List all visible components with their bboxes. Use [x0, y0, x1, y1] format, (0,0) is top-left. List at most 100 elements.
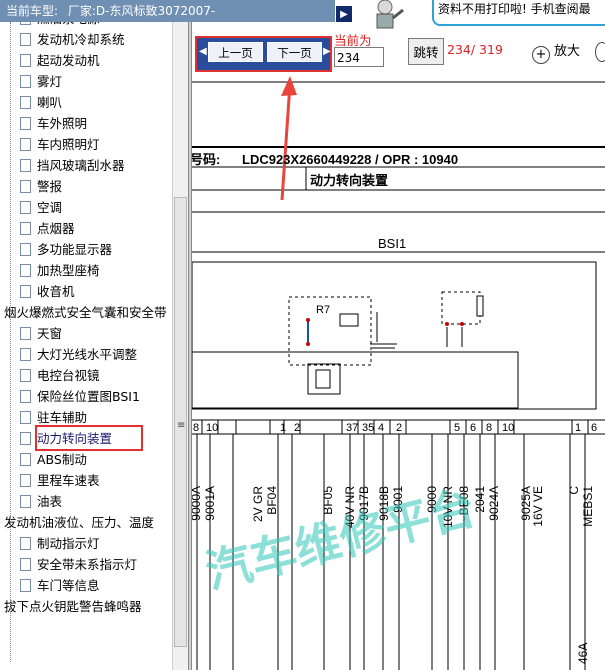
pin-number: 2 [294, 422, 300, 434]
ad-banner[interactable]: 资料不用打印啦! 手机查阅最 [360, 0, 605, 30]
sidebar-item[interactable]: 烟火爆燃式安全气囊和安全带 [4, 302, 167, 323]
document-icon [20, 432, 31, 445]
sidebar-item[interactable]: 燃油泵电源 [20, 22, 100, 29]
sidebar-item-label: ABS制动 [37, 452, 87, 467]
pin-number: 8 [486, 422, 492, 434]
sidebar-item-label: 天窗 [37, 326, 63, 341]
tree-guide-line [10, 22, 12, 662]
sidebar-item[interactable]: 车外照明 [20, 113, 87, 134]
wire-label: 2V GR [251, 486, 265, 522]
sidebar-item-label: 油表 [37, 494, 63, 509]
sidebar-item[interactable]: 加热型座椅 [20, 260, 100, 281]
model-titlebar: 当前车型: 厂家:D-东风标致3072007- [0, 0, 335, 22]
sidebar-item[interactable]: 车门等信息 [20, 575, 100, 596]
sidebar-item[interactable]: 油表 [20, 491, 62, 512]
sidebar-item-label: 雾灯 [37, 74, 63, 89]
sidebar-item-label: 挡风玻璃刮水器 [37, 158, 125, 173]
zoom-out-icon[interactable] [595, 42, 605, 62]
wire-label: 9000A [192, 486, 203, 521]
pin-number: 4 [378, 422, 384, 434]
document-icon [20, 327, 31, 340]
pin-number: 10 [502, 422, 514, 434]
sidebar-item[interactable]: 警报 [20, 176, 62, 197]
collapse-sidebar-button[interactable]: ▶ [335, 5, 353, 23]
mascot-icon [376, 0, 404, 29]
sidebar-item[interactable]: 安全带未系指示灯 [20, 554, 137, 575]
page-count: 234/ 319 [447, 42, 503, 57]
sidebar-item[interactable]: 大灯光线水平调整 [20, 344, 137, 365]
sidebar-item[interactable]: 车内照明灯 [20, 134, 100, 155]
scrollbar-thumb[interactable]: ≡ [174, 197, 187, 647]
wire-label: 9001A [203, 486, 217, 521]
zoom-in-label: 放大 [554, 44, 581, 59]
pin-number: 35 [362, 422, 374, 434]
prev-arrow-icon: ◀ [199, 46, 207, 57]
sidebar-item[interactable]: 喇叭 [20, 92, 62, 113]
prev-page-button[interactable]: 上一页 [208, 42, 263, 62]
sidebar-item[interactable]: 保险丝位置图BSI1 [20, 386, 140, 407]
sidebar-item[interactable]: 起动发动机 [20, 50, 100, 71]
sidebar-item[interactable]: 多功能显示器 [20, 239, 112, 260]
sidebar-item-label: 电控台视镜 [37, 368, 100, 383]
sidebar-item[interactable]: 点烟器 [20, 218, 75, 239]
document-icon [20, 369, 31, 382]
sidebar-item-label: 点烟器 [37, 221, 75, 236]
document-icon [20, 22, 31, 25]
document-icon [20, 117, 31, 130]
sidebar-scrollbar[interactable]: ≡ [172, 22, 188, 670]
sidebar-item[interactable]: 雾灯 [20, 71, 62, 92]
document-icon [20, 285, 31, 298]
document-icon [20, 201, 31, 214]
page-nav-group: ◀ 上一页 下一页 ▶ [195, 36, 332, 72]
jump-button[interactable]: 跳转 [408, 38, 444, 65]
pin-number: 37 [346, 422, 358, 434]
ad-text: 资料不用打印啦! 手机查阅最 [432, 0, 605, 26]
document-icon [20, 96, 31, 109]
sidebar-item[interactable]: 空调 [20, 197, 62, 218]
sidebar-item-label: 保险丝位置图BSI1 [37, 389, 140, 404]
pin-number: 10 [206, 422, 218, 434]
sidebar-item-label: 制动指示灯 [37, 536, 100, 551]
viewer-toolbar: ◀ 上一页 下一页 ▶ 当前为 234 跳转 234/ 319 + 放大 [192, 30, 605, 72]
sidebar-item[interactable]: 里程车速表 [20, 470, 100, 491]
next-page-button[interactable]: 下一页 [267, 42, 322, 62]
sidebar-item[interactable]: 天窗 [20, 323, 62, 344]
wire-label: 16V VE [531, 486, 545, 527]
next-arrow-icon: ▶ [323, 46, 331, 57]
wire-label: BF04 [265, 486, 279, 515]
pin-number: 5 [454, 422, 460, 434]
sidebar-item-label: 大灯光线水平调整 [37, 347, 138, 362]
sidebar-item-label: 安全带未系指示灯 [37, 557, 138, 572]
document-icon [20, 558, 31, 571]
page-number-input[interactable]: 234 [334, 47, 384, 67]
wire-label: C [567, 486, 581, 495]
zoom-in-icon: + [532, 46, 550, 64]
sidebar-item[interactable]: 发动机油液位、压力、温度 [4, 512, 154, 533]
pin-number: 6 [470, 422, 476, 434]
sidebar-item-label: 发动机冷却系统 [37, 32, 125, 47]
sidebar-item-label: 烟火爆燃式安全气囊和安全带 [4, 305, 167, 320]
zoom-in-button[interactable]: + 放大 [532, 40, 592, 64]
sidebar-item[interactable]: 发动机冷却系统 [20, 29, 125, 50]
document-icon [20, 243, 31, 256]
sidebar-item[interactable]: 收音机 [20, 281, 75, 302]
document-icon [20, 54, 31, 67]
diagram-subtitle: 动力转向装置 [310, 173, 388, 189]
sidebar-item-label: 多功能显示器 [37, 242, 113, 257]
sidebar-item[interactable]: 制动指示灯 [20, 533, 100, 554]
sidebar-item-label: 收音机 [37, 284, 75, 299]
wiring-diagram-view[interactable]: 号码: LDC923X2660449228 / OPR : 10940 动力转向… [192, 72, 605, 670]
document-icon [20, 138, 31, 151]
sidebar-item[interactable]: 挡风玻璃刮水器 [20, 155, 125, 176]
sidebar-item-label: 加热型座椅 [37, 263, 100, 278]
sidebar-item-label: 驻车辅助 [37, 410, 88, 425]
sidebar-item-label: 车内照明灯 [37, 137, 100, 152]
document-icon [20, 579, 31, 592]
model-title-value: 厂家:D-东风标致3072007- [67, 4, 216, 18]
document-icon [20, 159, 31, 172]
sidebar-item[interactable]: ABS制动 [20, 449, 87, 470]
sidebar-item[interactable]: 电控台视镜 [20, 365, 100, 386]
sidebar-item[interactable]: 拔下点火钥匙警告蜂鸣器 [4, 596, 142, 617]
document-icon [20, 348, 31, 361]
document-icon [20, 222, 31, 235]
